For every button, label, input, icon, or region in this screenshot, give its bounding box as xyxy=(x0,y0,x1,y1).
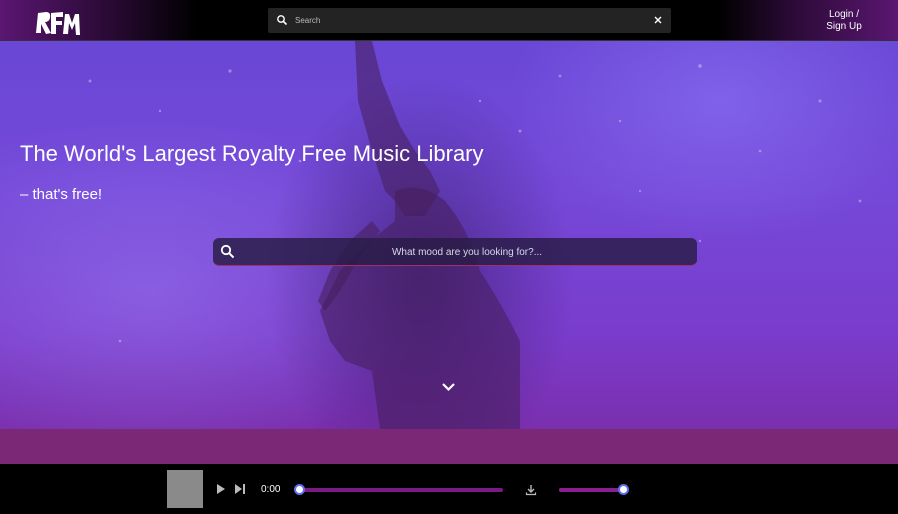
progress-slider[interactable] xyxy=(294,484,503,495)
hero-background-image xyxy=(88,41,862,429)
mood-search-input[interactable] xyxy=(243,243,691,261)
volume-slider[interactable] xyxy=(559,484,629,495)
volume-handle[interactable] xyxy=(618,484,629,495)
section-band xyxy=(0,429,898,464)
login-signup-link[interactable]: Login / Sign Up xyxy=(818,9,870,35)
search-icon xyxy=(220,244,235,259)
audio-player-bar: 0:00 xyxy=(0,464,898,514)
download-icon[interactable] xyxy=(525,484,537,496)
top-header: Login / Sign Up xyxy=(0,0,898,41)
mood-search-bar xyxy=(213,238,697,266)
login-label: Login / xyxy=(828,9,860,20)
chevron-down-icon[interactable] xyxy=(441,382,456,392)
top-search-input[interactable] xyxy=(295,12,635,29)
close-icon[interactable] xyxy=(653,15,663,25)
hero-subtitle: – that's free! xyxy=(20,186,103,203)
signup-label: Sign Up xyxy=(826,21,862,32)
hero-section: The World's Largest Royalty Free Music L… xyxy=(0,41,898,429)
volume-fill xyxy=(559,488,623,492)
play-icon[interactable] xyxy=(216,483,226,495)
skip-next-icon[interactable] xyxy=(234,483,246,495)
hero-title: The World's Largest Royalty Free Music L… xyxy=(20,141,484,166)
current-time: 0:00 xyxy=(261,484,281,495)
rfm-logo-icon[interactable] xyxy=(34,9,82,37)
track-thumbnail xyxy=(167,470,203,508)
top-search-bar xyxy=(268,8,671,33)
progress-handle[interactable] xyxy=(294,484,305,495)
search-icon xyxy=(277,15,288,26)
